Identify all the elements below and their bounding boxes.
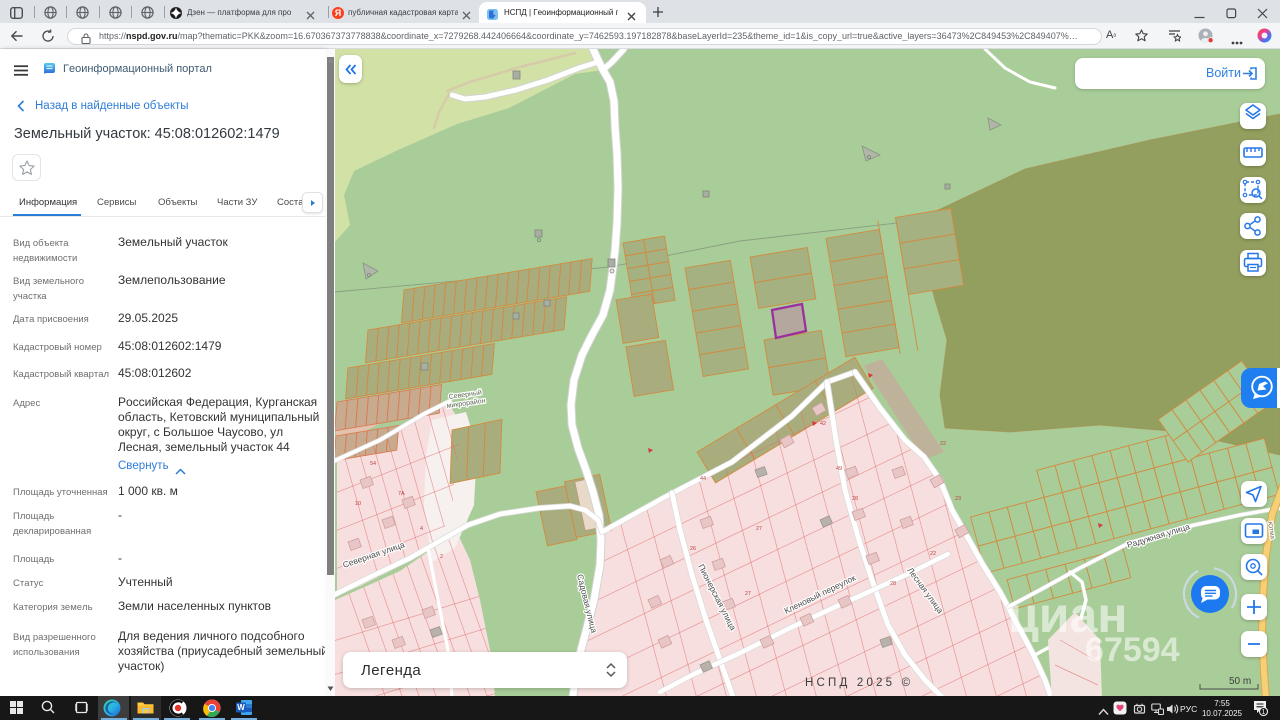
svg-text:50 m: 50 m [1229, 676, 1251, 687]
svg-text:НСПД 2025 ©: НСПД 2025 © [805, 677, 913, 689]
svg-text:Я: Я [334, 8, 340, 18]
svg-text:54: 54 [370, 461, 376, 467]
svg-text:67594: 67594 [1085, 631, 1180, 669]
svg-text:26: 26 [690, 546, 696, 552]
svg-text:28: 28 [852, 496, 858, 502]
svg-text:7А: 7А [398, 491, 405, 497]
svg-text:27: 27 [756, 526, 762, 532]
svg-text:42: 42 [820, 421, 826, 427]
svg-text:27: 27 [745, 591, 751, 597]
svg-text:22: 22 [940, 441, 946, 447]
svg-text:23: 23 [955, 496, 961, 502]
svg-text:44: 44 [700, 476, 706, 482]
svg-text:W: W [237, 703, 245, 712]
svg-text:22: 22 [930, 551, 936, 557]
svg-text:49: 49 [836, 466, 842, 472]
svg-text:10: 10 [355, 501, 361, 507]
svg-text:2: 2 [440, 554, 443, 560]
svg-text:1: 1 [1262, 709, 1266, 716]
svg-text:28: 28 [890, 581, 896, 587]
svg-text:4: 4 [420, 526, 423, 532]
